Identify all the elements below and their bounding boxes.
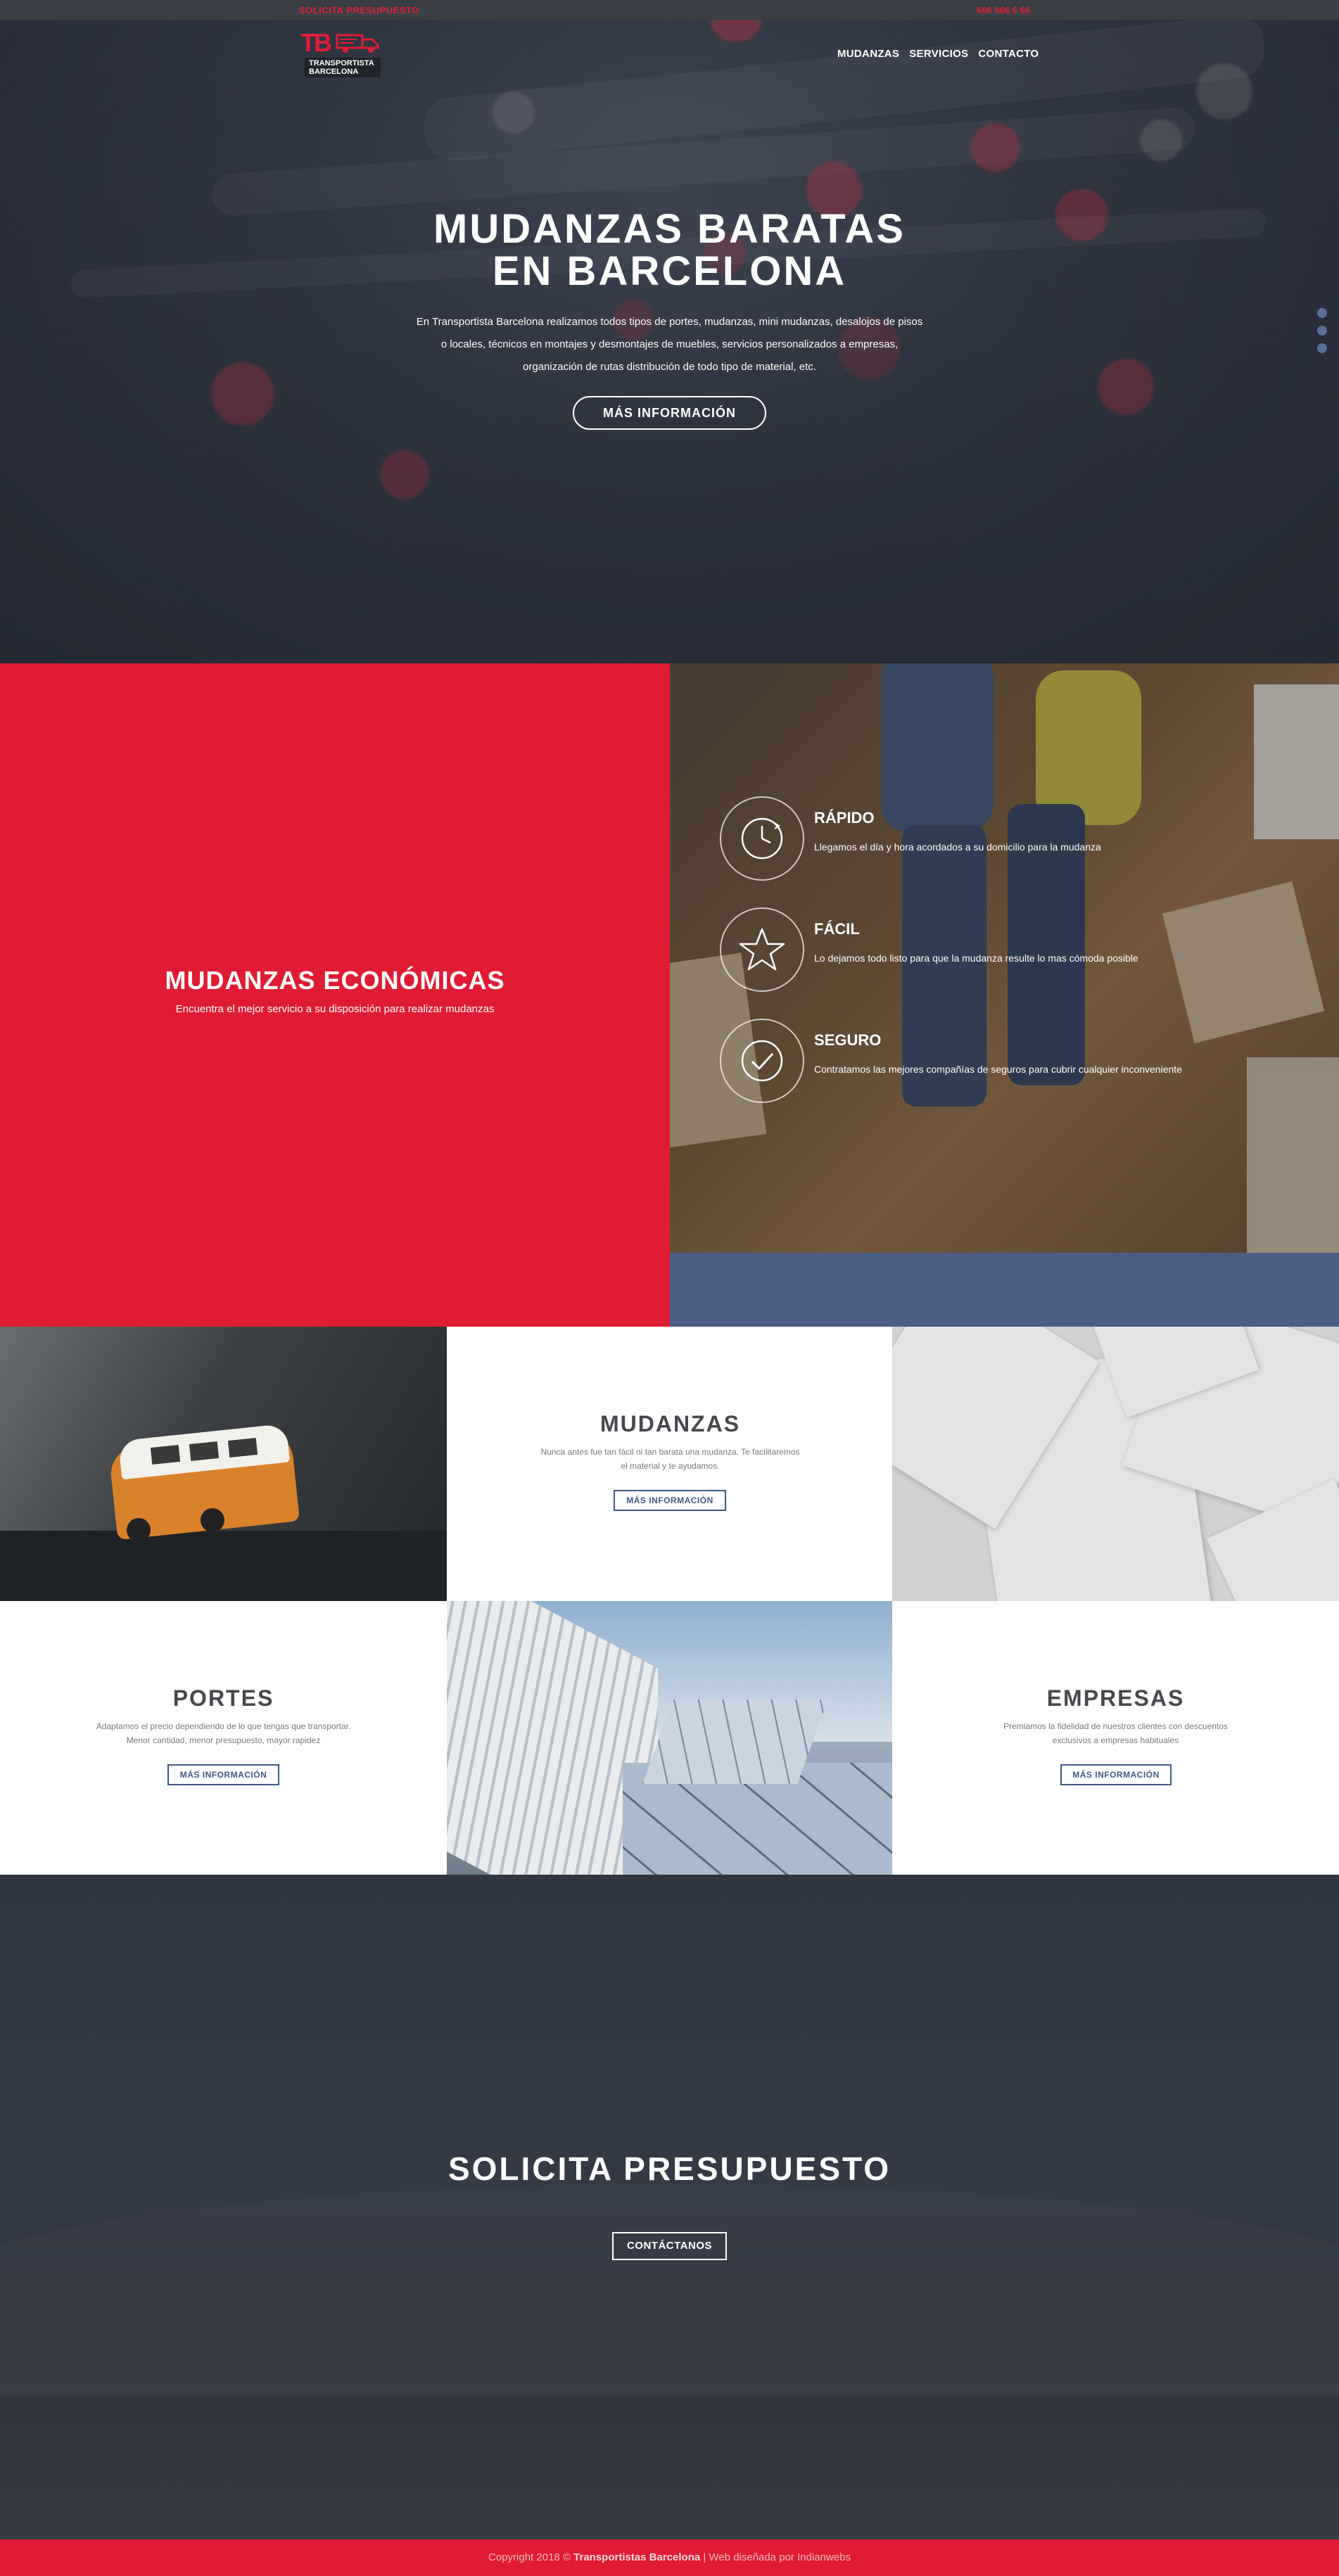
hero-more-info-button[interactable]: MÁS INFORMACIÓN — [573, 396, 766, 430]
phone-number[interactable]: 666 666 6 66 — [977, 5, 1030, 15]
hero-title: MUDANZAS BARATAS EN BARCELONA — [433, 206, 906, 294]
clock-icon — [720, 796, 804, 881]
service-title: PORTES — [172, 1685, 274, 1711]
feature-facil: FÁCIL Lo dejamos todo listo para que la … — [720, 907, 1297, 992]
site-header: TB TRANSPORTISTA BARCELONA MUDANZAS SERV… — [0, 20, 1339, 83]
feature-title: RÁPIDO — [814, 809, 875, 827]
slider-dot[interactable] — [1317, 343, 1327, 353]
service-empresas: EMPRESAS Premiamos la fidelidad de nuest… — [892, 1601, 1339, 1875]
nav-mudanzas[interactable]: MUDANZAS — [837, 48, 899, 60]
truck-icon — [336, 34, 379, 53]
nav-contacto[interactable]: CONTACTO — [978, 48, 1039, 60]
building-photo — [447, 1601, 894, 1875]
features-title: MUDANZAS ECONÓMICAS — [165, 966, 505, 995]
footer-credit[interactable]: | Web diseñada por Indianwebs — [703, 2551, 851, 2563]
empresas-more-info-button[interactable]: MÁS INFORMACIÓN — [1060, 1764, 1172, 1785]
features-bottom-strip — [670, 1253, 1339, 1327]
logo[interactable]: TB TRANSPORTISTA BARCELONA — [299, 28, 383, 77]
nav-servicios[interactable]: SERVICIOS — [909, 48, 968, 60]
quote-cta-section: SOLICITA PRESUPUESTO CONTÁCTANOS — [0, 1875, 1339, 2539]
site-footer: Copyright 2018 © Transportistas Barcelon… — [0, 2539, 1339, 2576]
features-intro-panel: MUDANZAS ECONÓMICAS Encuentra el mejor s… — [0, 663, 670, 1327]
service-mudanzas: MUDANZAS Nunca antes fue tan fácil ni ta… — [447, 1327, 894, 1601]
papers-photo — [892, 1327, 1339, 1601]
request-quote-link[interactable]: SOLICITA PRESUPUESTO — [299, 5, 419, 15]
copyright-text: Copyright 2018 © — [488, 2551, 571, 2563]
slider-dots — [1317, 308, 1327, 361]
slider-dot[interactable] — [1317, 326, 1327, 336]
toy-van-photo — [0, 1327, 447, 1601]
logo-text: TRANSPORTISTA BARCELONA — [309, 59, 374, 76]
cta-title: SOLICITA PRESUPUESTO — [448, 2150, 891, 2187]
main-nav: MUDANZAS SERVICIOS CONTACTO — [837, 48, 1039, 60]
portes-more-info-button[interactable]: MÁS INFORMACIÓN — [167, 1764, 279, 1785]
service-title: MUDANZAS — [599, 1411, 741, 1436]
hero-description: En Transportista Barcelona realizamos to… — [416, 316, 923, 373]
footer-brand[interactable]: Transportistas Barcelona — [573, 2551, 700, 2563]
check-circle-icon — [720, 1019, 804, 1103]
top-bar: SOLICITA PRESUPUESTO 666 666 6 66 — [0, 0, 1339, 20]
service-portes: PORTES Adaptamos el precio dependiendo d… — [0, 1601, 447, 1875]
mudanzas-more-info-button[interactable]: MÁS INFORMACIÓN — [614, 1490, 726, 1511]
feature-text: Lo dejamos todo listo para que la mudanz… — [814, 952, 1138, 964]
feature-seguro: SEGURO Contratamos las mejores compañías… — [720, 1019, 1297, 1103]
logo-mark: TB — [300, 28, 332, 57]
feature-title: FÁCIL — [814, 920, 860, 938]
slider-dot[interactable] — [1317, 308, 1327, 318]
service-title: EMPRESAS — [1046, 1685, 1185, 1711]
contact-button[interactable]: CONTÁCTANOS — [612, 2232, 727, 2260]
feature-text: Contratamos las mejores compañías de seg… — [814, 1064, 1182, 1075]
features-subtitle: Encuentra el mejor servicio a su disposi… — [175, 1003, 495, 1015]
feature-text: Llegamos el día y hora acordados a su do… — [814, 841, 1101, 853]
service-text: Adaptamos el precio dependiendo de lo qu… — [96, 1721, 351, 1745]
star-icon — [720, 907, 804, 992]
service-text: Premiamos la fidelidad de nuestros clien… — [1003, 1721, 1228, 1745]
feature-rapido: RÁPIDO Llegamos el día y hora acordados … — [720, 796, 1297, 881]
feature-title: SEGURO — [814, 1031, 882, 1049]
service-text: Nunca antes fue tan fácil ni tan barata … — [540, 1447, 800, 1471]
